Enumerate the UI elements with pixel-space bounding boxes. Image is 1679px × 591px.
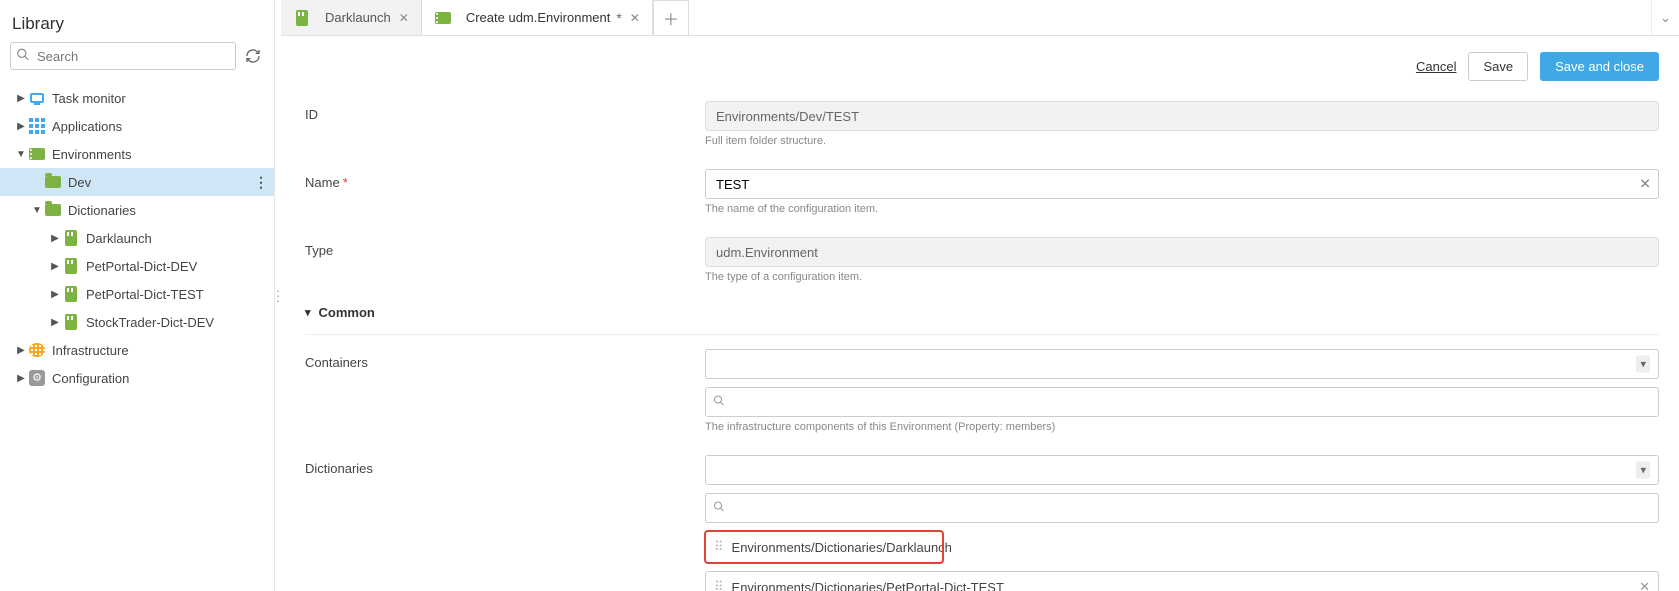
collapse-icon[interactable]: ▼ bbox=[14, 149, 28, 160]
id-input bbox=[705, 101, 1659, 131]
tree-node-configuration[interactable]: ▶ Configuration bbox=[0, 364, 274, 392]
cancel-button[interactable]: Cancel bbox=[1416, 59, 1456, 74]
containers-select[interactable] bbox=[705, 349, 1659, 379]
save-button[interactable]: Save bbox=[1468, 52, 1528, 81]
section-common-label: Common bbox=[319, 305, 375, 320]
tree-node-infrastructure[interactable]: ▶ Infrastructure bbox=[0, 336, 274, 364]
drag-handle-icon[interactable]: ⠿ bbox=[714, 539, 722, 555]
close-icon[interactable]: ✕ bbox=[399, 11, 409, 25]
library-search-input[interactable] bbox=[10, 42, 236, 70]
expand-icon[interactable]: ▶ bbox=[14, 373, 28, 384]
tabs-overflow-button[interactable]: ⌄ bbox=[1651, 0, 1679, 35]
tab-label: Darklaunch bbox=[325, 10, 391, 25]
tree-node-applications[interactable]: ▶ Applications bbox=[0, 112, 274, 140]
dictionary-icon bbox=[293, 9, 311, 27]
folder-icon bbox=[44, 201, 62, 219]
context-menu-icon[interactable]: ⋮ bbox=[254, 174, 268, 191]
type-help: The type of a configuration item. bbox=[705, 271, 1659, 283]
expand-icon[interactable]: ▶ bbox=[48, 317, 62, 328]
environments-icon bbox=[28, 145, 46, 163]
main-panel: Darklaunch ✕ Create udm.Environment * ✕ … bbox=[281, 0, 1679, 591]
tree-node-dev[interactable]: Dev ⋮ bbox=[0, 168, 274, 196]
dictionaries-select[interactable] bbox=[705, 455, 1659, 485]
containers-help: The infrastructure components of this En… bbox=[705, 421, 1659, 433]
action-bar: Cancel Save Save and close bbox=[281, 36, 1679, 81]
monitor-icon bbox=[28, 89, 46, 107]
refresh-button[interactable] bbox=[242, 45, 264, 67]
type-input bbox=[705, 237, 1659, 267]
drag-handle-icon[interactable]: ⠿ bbox=[714, 579, 722, 591]
tree-node-petportal-test[interactable]: ▶ PetPortal-Dict-TEST bbox=[0, 280, 274, 308]
containers-search-input[interactable] bbox=[705, 387, 1659, 417]
dictionary-item-label: Environments/Dictionaries/Darklaunch bbox=[732, 540, 952, 555]
expand-icon[interactable]: ▶ bbox=[48, 233, 62, 244]
dictionary-icon bbox=[62, 257, 80, 275]
expand-icon[interactable]: ▶ bbox=[48, 289, 62, 300]
dictionaries-label: Dictionaries bbox=[305, 455, 705, 476]
configuration-icon bbox=[28, 369, 46, 387]
dictionary-icon bbox=[62, 229, 80, 247]
environment-form: ID Full item folder structure. Name* ✕ T… bbox=[281, 81, 1679, 591]
tabbar: Darklaunch ✕ Create udm.Environment * ✕ … bbox=[281, 0, 1679, 36]
dictionaries-search-input[interactable] bbox=[705, 493, 1659, 523]
tab-label: Create udm.Environment bbox=[466, 10, 611, 25]
section-divider bbox=[305, 334, 1659, 335]
library-search[interactable] bbox=[10, 42, 236, 70]
tab-darklaunch[interactable]: Darklaunch ✕ bbox=[281, 0, 422, 35]
containers-label: Containers bbox=[305, 349, 705, 370]
add-tab-button[interactable]: ＋ bbox=[653, 0, 689, 35]
dictionary-list-item[interactable]: ⠿ Environments/Dictionaries/Darklaunch bbox=[705, 531, 943, 563]
dirty-indicator: * bbox=[616, 10, 621, 26]
library-tree: ▶ Task monitor ▶ Applications ▼ Environm… bbox=[0, 80, 274, 591]
expand-icon[interactable]: ▶ bbox=[48, 261, 62, 272]
tree-node-darklaunch[interactable]: ▶ Darklaunch bbox=[0, 224, 274, 252]
search-icon bbox=[713, 501, 725, 516]
tree-node-stocktrader-dev[interactable]: ▶ StockTrader-Dict-DEV bbox=[0, 308, 274, 336]
environments-icon bbox=[434, 9, 452, 27]
collapse-icon[interactable]: ▼ bbox=[30, 205, 44, 216]
type-label: Type bbox=[305, 237, 705, 258]
dictionary-icon bbox=[62, 313, 80, 331]
tab-create-environment[interactable]: Create udm.Environment * ✕ bbox=[422, 0, 653, 35]
name-help: The name of the configuration item. bbox=[705, 203, 1659, 215]
section-common-toggle[interactable]: ▾ Common bbox=[305, 305, 1659, 320]
tree-node-environments[interactable]: ▼ Environments bbox=[0, 140, 274, 168]
library-title: Library bbox=[0, 0, 274, 42]
name-label: Name* bbox=[305, 169, 705, 190]
tree-node-task-monitor[interactable]: ▶ Task monitor bbox=[0, 84, 274, 112]
expand-icon[interactable]: ▶ bbox=[14, 121, 28, 132]
search-icon bbox=[16, 48, 30, 65]
splitter-handle[interactable] bbox=[275, 0, 281, 591]
name-input[interactable] bbox=[705, 169, 1659, 199]
expand-icon[interactable]: ▶ bbox=[14, 345, 28, 356]
id-label: ID bbox=[305, 101, 705, 122]
library-sidebar: Library ▶ Task monitor ▶ Applications ▼ … bbox=[0, 0, 275, 591]
search-icon bbox=[713, 395, 725, 410]
apps-icon bbox=[28, 117, 46, 135]
save-and-close-button[interactable]: Save and close bbox=[1540, 52, 1659, 81]
dictionary-item-label: Environments/Dictionaries/PetPortal-Dict… bbox=[732, 580, 1640, 591]
expand-icon[interactable]: ▶ bbox=[14, 93, 28, 104]
tree-node-dictionaries[interactable]: ▼ Dictionaries bbox=[0, 196, 274, 224]
dictionary-list-item[interactable]: ⠿ Environments/Dictionaries/PetPortal-Di… bbox=[705, 571, 1659, 591]
chevron-down-icon: ▾ bbox=[305, 306, 311, 319]
clear-icon[interactable]: ✕ bbox=[1639, 176, 1651, 193]
tree-node-petportal-dev[interactable]: ▶ PetPortal-Dict-DEV bbox=[0, 252, 274, 280]
close-icon[interactable]: ✕ bbox=[630, 11, 640, 25]
infrastructure-icon bbox=[28, 341, 46, 359]
folder-icon bbox=[44, 173, 62, 191]
id-help: Full item folder structure. bbox=[705, 135, 1659, 147]
remove-icon[interactable]: ✕ bbox=[1639, 579, 1650, 591]
dictionary-icon bbox=[62, 285, 80, 303]
